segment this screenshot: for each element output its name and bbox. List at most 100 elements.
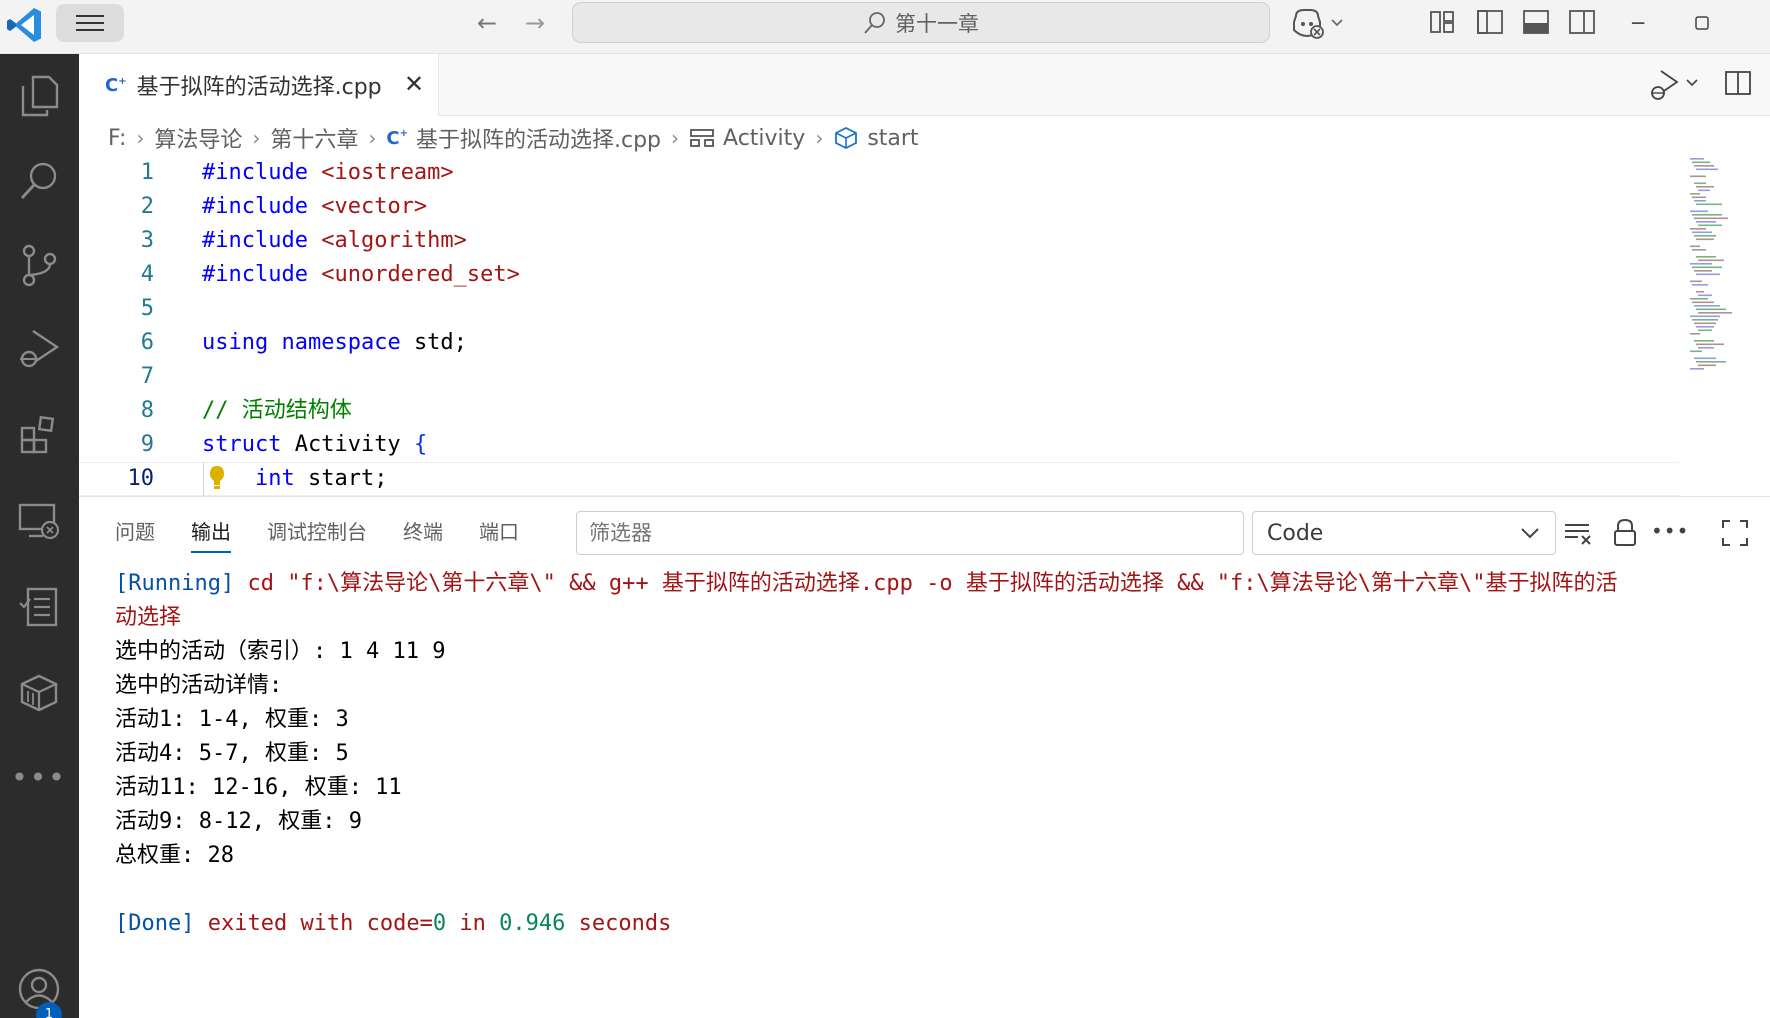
toggle-panel-button[interactable] [1522,8,1550,36]
lock-scroll-button[interactable] [1609,517,1641,549]
code-line[interactable]: 2 #include <vector> [79,190,1679,224]
minimap-line [1690,350,1702,353]
tab-ports[interactable]: 端口 [479,497,519,567]
menu-button[interactable] [56,4,124,42]
explorer-icon [21,75,59,117]
code-line[interactable]: 10 int start; [79,462,1679,496]
minimap-line [1694,340,1714,342]
output-line: 选中的活动（索引）: 1 4 11 9 [115,639,446,664]
minimap-line [1692,266,1722,269]
chevron-right-icon: › [815,126,824,150]
tab-label: 基于拟阵的活动选择.cpp [136,75,382,100]
line-number: 3 [140,228,154,253]
code-text: // 活动结构体 [202,398,352,423]
source-control-icon [22,244,57,287]
run-code-button[interactable] [1649,68,1705,102]
toggle-secondary-sidebar-button[interactable] [1568,8,1596,36]
field-symbol-icon [833,126,859,150]
title-bar: ← → 第十一章 ─ [0,0,1770,54]
minimap[interactable] [1688,156,1770,376]
run-debug-button[interactable] [12,322,66,376]
breadcrumb-file[interactable]: 基于拟阵的活动选择.cpp [416,122,661,154]
tab-terminal[interactable]: 终端 [403,497,443,567]
split-editor-icon [1725,71,1751,95]
search-view-button[interactable] [12,154,66,208]
minimap-line [1690,158,1704,160]
minimap-line [1694,357,1716,360]
minimap-line [1696,203,1722,206]
minimap-line [1690,280,1702,283]
line-number: 1 [140,160,154,185]
source-control-button[interactable] [12,238,66,292]
copilot-button[interactable] [1290,6,1350,40]
toggle-sidebar-icon [1477,10,1503,34]
code-line[interactable]: 4 #include <unordered_set> [79,258,1679,292]
minimap-line [1694,270,1712,272]
minimap-line [1690,298,1708,300]
output-line: 活动9: 8-12, 权重: 9 [115,809,362,834]
line-number: 5 [140,296,154,321]
code-text: #include <iostream> [202,160,454,185]
remote-explorer-button[interactable] [12,494,66,548]
minimap-line [1692,301,1714,304]
remote-explorer-icon [18,503,60,540]
toggle-panel-icon [1523,10,1549,34]
more-actions-button[interactable]: ••• [1651,517,1688,549]
minimize-button[interactable]: ─ [1618,6,1658,40]
tab-close-button[interactable]: ✕ [401,71,427,97]
output-filter-input[interactable] [576,511,1244,555]
editor-tab-active[interactable]: C+ 基于拟阵的活动选择.cpp [79,54,439,116]
go-forward-button[interactable]: → [520,8,550,38]
customize-layout-button[interactable] [1428,8,1456,36]
minimap-line [1692,284,1708,286]
code-line[interactable]: 3 #include <algorithm> [79,224,1679,258]
toggle-primary-sidebar-button[interactable] [1476,8,1504,36]
line-number: 8 [140,398,154,423]
split-editor-button[interactable] [1723,68,1757,102]
output-content[interactable]: [Running] cd "f:\算法导论\第十六章\" && g++ 基于拟阵… [115,567,1765,941]
code-line[interactable]: 1 #include <iostream> [79,156,1679,190]
breadcrumb-drive[interactable]: F: [108,126,126,151]
explorer-button[interactable] [12,69,66,123]
maximize-panel-button[interactable] [1719,517,1751,549]
tab-output[interactable]: 输出 [191,497,231,567]
code-line[interactable]: 9 struct Activity { [79,428,1679,462]
testing-button[interactable] [12,580,66,634]
code-text: struct Activity { [202,432,428,457]
breadcrumb-folder-algorithms[interactable]: 算法导论 [154,122,242,154]
tab-debug-console[interactable]: 调试控制台 [267,497,367,567]
output-channel-select[interactable]: Code [1252,511,1556,555]
minimap-line [1698,312,1732,314]
extensions-button[interactable] [12,408,66,462]
output-line: 动选择 [115,605,182,630]
more-views-button[interactable]: ••• [11,750,66,804]
maximize-button[interactable] [1682,6,1722,40]
clear-output-button[interactable] [1562,517,1594,549]
breadcrumb-struct[interactable]: Activity [723,126,805,151]
containers-button[interactable] [12,666,66,720]
tab-problems[interactable]: 问题 [115,497,155,567]
lightbulb-icon[interactable] [207,464,227,492]
code-text: int start; [254,466,388,491]
minimap-line [1692,319,1718,321]
line-number: 2 [140,194,154,219]
editor-tab-bar: C+ 基于拟阵的活动选择.cpp ✕ [79,54,1770,116]
code-text: #include <vector> [202,194,428,219]
minimap-line [1698,224,1722,227]
minimap-line [1694,200,1706,202]
breadcrumb-field[interactable]: start [867,126,918,151]
command-center-search[interactable]: 第十一章 [572,2,1270,43]
go-back-button[interactable]: ← [472,8,502,38]
minimap-line [1696,168,1718,171]
code-line[interactable]: 6 using namespace std; [79,326,1679,360]
breadcrumb-folder-chapter16[interactable]: 第十六章 [270,122,358,154]
code-line[interactable]: 7 [79,360,1679,394]
output-line: 活动4: 5-7, 权重: 5 [115,741,349,766]
output-line: [Done] exited with code=0 in 0.946 secon… [115,911,672,936]
code-line[interactable]: 8 // 活动结构体 [79,394,1679,428]
code-editor[interactable]: 1 #include <iostream> 2 #include <vector> 3 #… [79,156,1679,496]
minimap-line [1694,305,1720,307]
lock-icon [1614,518,1636,546]
bottom-panel: 问题 输出 调试控制台 终端 端口 Code ••• [Running] cd … [79,496,1770,1018]
code-line[interactable]: 5 [79,292,1679,326]
